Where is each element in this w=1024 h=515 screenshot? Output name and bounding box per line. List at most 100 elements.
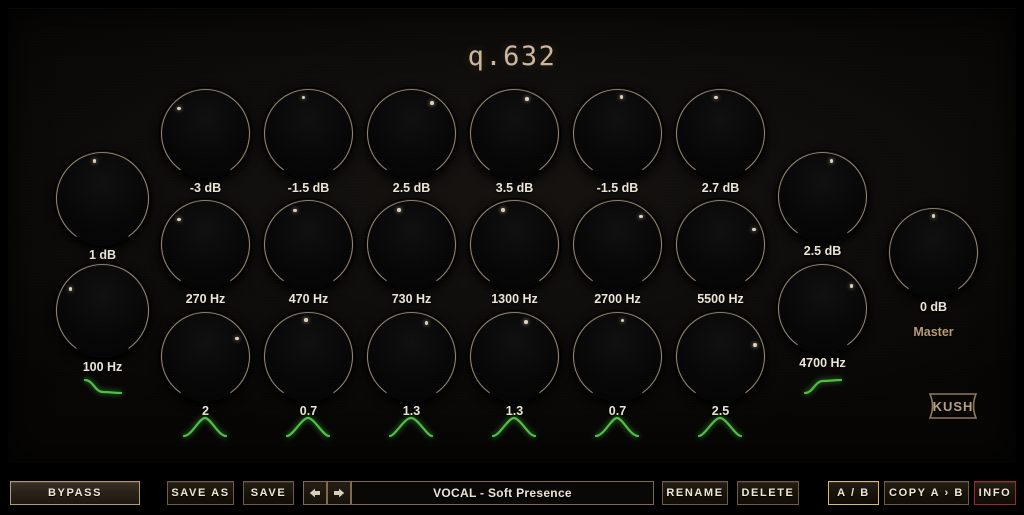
- band-3-q-knob: 1.3: [366, 311, 457, 402]
- band-1-q-knob-dial[interactable]: [160, 311, 251, 402]
- band-1-q-knob-ring: [160, 311, 251, 402]
- copy-a-to-b-button[interactable]: COPY A › B: [884, 481, 969, 505]
- low-shelf-gain-knob-value: 1 dB: [89, 248, 116, 262]
- band-1-freq-knob-value: 270 Hz: [186, 292, 226, 306]
- band-6-q-knob: 2.5: [675, 311, 766, 402]
- bottom-toolbar: BYPASS SAVE AS SAVE VOCAL - Soft Presenc…: [0, 471, 1024, 515]
- band-2-freq-knob: 470 Hz: [263, 199, 354, 290]
- band-6-q-knob-dial[interactable]: [675, 311, 766, 402]
- high-shelf-freq-knob-dial[interactable]: [777, 263, 868, 354]
- band-2-gain-knob-ring: [263, 88, 354, 179]
- next-preset-button[interactable]: [327, 481, 351, 505]
- band-3-gain-knob-dial[interactable]: [366, 88, 457, 179]
- band-4-q-knob-indicator-dot: [524, 320, 528, 324]
- master-knob-indicator-dot: [932, 214, 936, 218]
- band-3-gain-knob-ring: [366, 88, 457, 179]
- band-3-freq-knob-value: 730 Hz: [392, 292, 432, 306]
- band-3-q-knob-dial[interactable]: [366, 311, 457, 402]
- low-shelf-freq-knob-ring: [55, 263, 150, 358]
- info-button[interactable]: INFO: [974, 481, 1016, 505]
- master-knob-ring: [888, 207, 979, 298]
- band-3-gain-knob-value: 2.5 dB: [393, 181, 431, 195]
- band-2-freq-knob-ring: [263, 199, 354, 290]
- band-1-freq-knob: 270 Hz: [160, 199, 251, 290]
- high-shelf-gain-knob-dial[interactable]: [777, 151, 868, 242]
- band-5-freq-knob-value: 2700 Hz: [594, 292, 641, 306]
- band-6-freq-knob-ring: [675, 199, 766, 290]
- low-shelf-gain-knob-ring: [55, 151, 150, 246]
- low-shelf-freq-knob-indicator-dot: [69, 287, 73, 291]
- band-4-freq-knob-dial[interactable]: [469, 199, 560, 290]
- band-2-q-knob-indicator-dot: [304, 318, 308, 322]
- high-shelf-freq-knob-ring: [777, 263, 868, 354]
- arrow-left-icon: [309, 488, 321, 498]
- plugin-window: q.632 1 dB 100 Hz -3 dB 270 Hz 2 -1.5 dB…: [0, 0, 1024, 515]
- band-4-gain-knob-indicator-dot: [525, 97, 529, 101]
- band-6-gain-knob-dial[interactable]: [675, 88, 766, 179]
- master-knob-dial[interactable]: [888, 207, 979, 298]
- band-2-q-knob-dial[interactable]: [263, 311, 354, 402]
- low-shelf-gain-knob-indicator-dot: [93, 159, 97, 163]
- band-2-shape-icon[interactable]: [285, 415, 331, 439]
- band-5-gain-knob-indicator-dot: [620, 95, 624, 99]
- page-title: q.632: [8, 41, 1016, 72]
- band-4-shape-icon[interactable]: [491, 415, 537, 439]
- band-3-freq-knob: 730 Hz: [366, 199, 457, 290]
- band-1-freq-knob-dial[interactable]: [160, 199, 251, 290]
- band-5-freq-knob-indicator-dot: [639, 215, 643, 219]
- save-as-button[interactable]: SAVE AS: [167, 481, 234, 505]
- band-5-gain-knob-dial[interactable]: [572, 88, 663, 179]
- high-shelf-shape-icon[interactable]: [803, 375, 843, 397]
- svg-text:KUSH: KUSH: [933, 399, 974, 414]
- ab-compare-button[interactable]: A / B: [828, 481, 879, 505]
- band-2-gain-knob-indicator-dot: [302, 96, 306, 100]
- high-shelf-freq-knob: 4700 Hz: [777, 263, 868, 354]
- band-5-q-knob-ring: [572, 311, 663, 402]
- band-1-q-knob-indicator-dot: [235, 337, 239, 341]
- band-3-q-knob-ring: [366, 311, 457, 402]
- band-3-freq-knob-dial[interactable]: [366, 199, 457, 290]
- band-6-shape-icon[interactable]: [697, 415, 743, 439]
- band-6-freq-knob-dial[interactable]: [675, 199, 766, 290]
- rename-button[interactable]: RENAME: [662, 481, 728, 505]
- band-6-freq-knob-value: 5500 Hz: [697, 292, 744, 306]
- band-6-freq-knob-indicator-dot: [752, 228, 756, 232]
- band-5-q-knob-indicator-dot: [621, 319, 625, 323]
- band-3-q-knob-indicator-dot: [425, 321, 429, 325]
- band-3-shape-icon[interactable]: [388, 415, 434, 439]
- bypass-button[interactable]: BYPASS: [10, 481, 140, 505]
- band-5-q-knob-dial[interactable]: [572, 311, 663, 402]
- delete-button[interactable]: DELETE: [737, 481, 799, 505]
- band-5-freq-knob-dial[interactable]: [572, 199, 663, 290]
- band-4-gain-knob-value: 3.5 dB: [496, 181, 534, 195]
- band-6-gain-knob-indicator-dot: [714, 96, 718, 100]
- save-button[interactable]: SAVE: [243, 481, 294, 505]
- band-2-freq-knob-value: 470 Hz: [289, 292, 329, 306]
- band-4-q-knob-dial[interactable]: [469, 311, 560, 402]
- low-shelf-freq-knob-value: 100 Hz: [83, 360, 123, 374]
- band-1-shape-icon[interactable]: [182, 415, 228, 439]
- prev-preset-button[interactable]: [303, 481, 327, 505]
- high-shelf-gain-knob-ring: [777, 151, 868, 242]
- band-6-gain-knob-ring: [675, 88, 766, 179]
- band-6-q-knob-indicator-dot: [753, 343, 757, 347]
- band-4-freq-knob-indicator-dot: [501, 208, 505, 212]
- band-2-gain-knob-dial[interactable]: [263, 88, 354, 179]
- band-3-gain-knob-indicator-dot: [430, 101, 434, 105]
- preset-name-field[interactable]: VOCAL - Soft Presence: [351, 481, 654, 505]
- band-5-freq-knob: 2700 Hz: [572, 199, 663, 290]
- band-6-q-knob-ring: [675, 311, 766, 402]
- band-4-gain-knob-dial[interactable]: [469, 88, 560, 179]
- high-shelf-gain-knob-indicator-dot: [830, 159, 834, 163]
- master-knob-value: 0 dB: [920, 300, 947, 314]
- band-5-shape-icon[interactable]: [594, 415, 640, 439]
- band-1-gain-knob-ring: [160, 88, 251, 179]
- band-3-gain-knob: 2.5 dB: [366, 88, 457, 179]
- band-1-gain-knob-dial[interactable]: [160, 88, 251, 179]
- master-knob-caption: Master: [913, 325, 953, 339]
- low-shelf-shape-icon[interactable]: [83, 375, 123, 397]
- band-2-freq-knob-dial[interactable]: [263, 199, 354, 290]
- band-4-freq-knob: 1300 Hz: [469, 199, 560, 290]
- low-shelf-freq-knob-dial[interactable]: [55, 263, 150, 358]
- low-shelf-gain-knob-dial[interactable]: [55, 151, 150, 246]
